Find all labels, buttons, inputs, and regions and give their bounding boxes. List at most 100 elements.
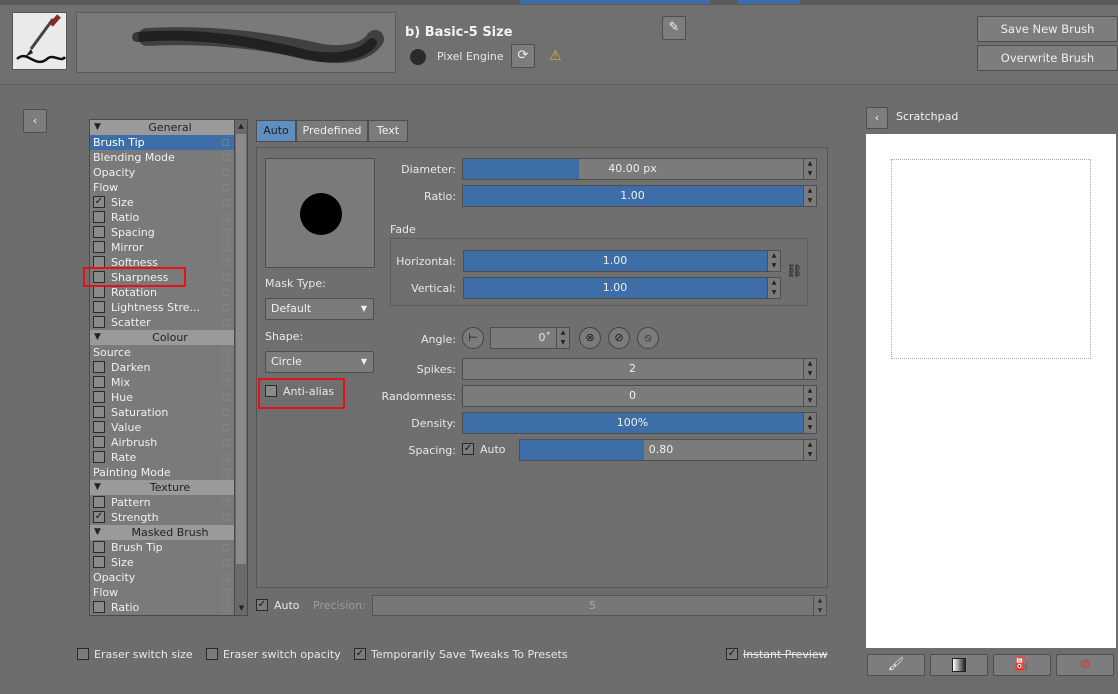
scratchpad-gradient-button[interactable]	[930, 654, 988, 676]
scratchpad-paint-button[interactable]: 🖌	[867, 654, 925, 676]
collapse-triangle-icon[interactable]: ▼	[94, 120, 101, 135]
diameter-slider[interactable]: 40.00 px ▲ ▼	[462, 158, 817, 180]
option-checkbox-icon[interactable]: ✓	[93, 511, 105, 523]
randomness-spin-arrows-icon[interactable]: ▲ ▼	[803, 386, 816, 406]
options-list-item[interactable]: Lightness Stre...	[90, 300, 247, 315]
lock-icon[interactable]	[222, 439, 229, 446]
precision-slider[interactable]: 5 ▲ ▼	[372, 595, 827, 616]
lock-icon[interactable]	[222, 259, 229, 266]
spacing-spin-arrows-icon[interactable]: ▲ ▼	[803, 440, 816, 460]
tab-auto[interactable]: Auto	[256, 120, 296, 142]
option-checkbox-icon[interactable]	[93, 316, 105, 328]
scratchpad-canvas[interactable]	[866, 134, 1116, 648]
link-chain-icon[interactable]: ⛓	[786, 264, 803, 279]
lock-icon[interactable]	[222, 469, 229, 476]
options-list-item[interactable]: Pattern	[90, 495, 247, 510]
options-list-item[interactable]: Value	[90, 420, 247, 435]
diameter-spin-arrows-icon[interactable]: ▲ ▼	[803, 159, 816, 179]
density-spin-arrows-icon[interactable]: ▲ ▼	[803, 413, 816, 433]
option-checkbox-icon[interactable]	[93, 451, 105, 463]
scroll-down-arrow-icon[interactable]: ▼	[235, 602, 247, 615]
lock-icon[interactable]	[222, 289, 229, 296]
spikes-spin-arrows-icon[interactable]: ▲ ▼	[803, 359, 816, 379]
brush-options-list[interactable]: ▼ General Brush Tip Blending Mode Opacity Flo…	[89, 119, 248, 616]
angle-dial-icon[interactable]: ⊢	[462, 327, 484, 349]
lock-icon[interactable]	[222, 454, 229, 461]
scrollbar-thumb[interactable]	[236, 134, 246, 564]
overwrite-brush-button[interactable]: Overwrite Brush	[977, 45, 1118, 71]
option-checkbox-icon[interactable]	[93, 436, 105, 448]
scratchpad-clear-button[interactable]: ⊘	[1056, 654, 1114, 676]
rotate-cw-icon[interactable]: ⊘	[608, 327, 630, 349]
save-new-brush-preset-button[interactable]: Save New Brush Preset...	[977, 16, 1118, 60]
spacing-auto-check-icon[interactable]: ✓	[462, 443, 474, 455]
option-checkbox-icon[interactable]	[93, 541, 105, 553]
ratio-spin-arrows-icon[interactable]: ▲ ▼	[803, 186, 816, 206]
lock-icon[interactable]	[222, 499, 229, 506]
mask-type-select[interactable]: Default ▼	[265, 298, 374, 320]
option-checkbox-icon[interactable]	[93, 496, 105, 508]
lock-icon[interactable]	[222, 409, 229, 416]
tab-predefined[interactable]: Predefined	[296, 120, 368, 142]
fade-horizontal-slider[interactable]: 1.00 ▲ ▼	[463, 250, 781, 272]
options-list-item[interactable]: Painting Mode	[90, 465, 247, 480]
options-list-item[interactable]: Rotation	[90, 285, 247, 300]
options-list-item[interactable]: Darken	[90, 360, 247, 375]
options-group-header[interactable]: ▼ Colour	[90, 330, 247, 345]
reload-preset-button[interactable]: ⟳	[511, 44, 535, 68]
angle-spin-arrows-icon[interactable]: ▲ ▼	[556, 328, 569, 348]
edit-preset-name-button[interactable]: ✎	[662, 16, 686, 40]
options-list-item[interactable]: ✓ Size	[90, 195, 247, 210]
flip-angle-icon[interactable]: ⦸	[637, 327, 659, 349]
eraser-size-check-icon[interactable]	[77, 648, 89, 660]
collapse-triangle-icon[interactable]: ▼	[94, 525, 101, 540]
options-list-item[interactable]: Size	[90, 555, 247, 570]
options-list-item[interactable]: Mirror	[90, 240, 247, 255]
eraser-opacity-check-icon[interactable]	[206, 648, 218, 660]
lock-icon[interactable]	[222, 349, 229, 356]
lock-icon[interactable]	[222, 139, 229, 146]
option-checkbox-icon[interactable]	[93, 361, 105, 373]
lock-icon[interactable]	[222, 604, 229, 611]
options-list-item[interactable]: Flow	[90, 585, 247, 600]
spacing-auto-checkbox[interactable]: ✓ Auto	[462, 443, 506, 456]
lock-icon[interactable]	[222, 274, 229, 281]
options-list-item[interactable]: Rate	[90, 450, 247, 465]
lock-icon[interactable]	[222, 364, 229, 371]
lock-icon[interactable]	[222, 394, 229, 401]
density-slider[interactable]: 100% ▲ ▼	[462, 412, 817, 434]
options-list-item[interactable]: Ratio	[90, 600, 247, 615]
lock-icon[interactable]	[222, 169, 229, 176]
precision-auto-check-icon[interactable]: ✓	[256, 599, 268, 611]
options-group-header[interactable]: ▼ General	[90, 120, 247, 135]
lock-icon[interactable]	[222, 319, 229, 326]
fade-horizontal-spin-arrows-icon[interactable]: ▲ ▼	[767, 251, 780, 271]
scratchpad-collapse-button[interactable]: ‹	[866, 107, 888, 129]
ratio-slider[interactable]: 1.00 ▲ ▼	[462, 185, 817, 207]
collapse-triangle-icon[interactable]: ▼	[94, 330, 101, 345]
lock-icon[interactable]	[222, 379, 229, 386]
lock-icon[interactable]	[222, 589, 229, 596]
options-list-item[interactable]: Hue	[90, 390, 247, 405]
instant-preview-check-icon[interactable]: ✓	[726, 648, 738, 660]
lock-icon[interactable]	[222, 544, 229, 551]
lock-icon[interactable]	[222, 424, 229, 431]
fade-vertical-spin-arrows-icon[interactable]: ▲ ▼	[767, 278, 780, 298]
option-checkbox-icon[interactable]	[93, 421, 105, 433]
spacing-slider[interactable]: 0.80 ▲ ▼	[519, 439, 817, 461]
options-list-item[interactable]: Mix	[90, 375, 247, 390]
option-checkbox-icon[interactable]	[93, 391, 105, 403]
options-list-item[interactable]: Opacity	[90, 165, 247, 180]
eraser-switch-size-checkbox[interactable]: Eraser switch size	[77, 648, 193, 661]
scratchpad-fill-button[interactable]: ⛽	[993, 654, 1051, 676]
lock-icon[interactable]	[222, 229, 229, 236]
eraser-switch-opacity-checkbox[interactable]: Eraser switch opacity	[206, 648, 341, 661]
collapse-triangle-icon[interactable]: ▼	[94, 480, 101, 495]
scroll-up-arrow-icon[interactable]: ▲	[235, 120, 247, 133]
lock-icon[interactable]	[222, 514, 229, 521]
options-list-item[interactable]: Flow	[90, 180, 247, 195]
options-list-item[interactable]: Brush Tip	[90, 540, 247, 555]
angle-spinbox[interactable]: 0˚ ▲ ▼	[490, 327, 570, 349]
lock-icon[interactable]	[222, 559, 229, 566]
option-checkbox-icon[interactable]	[93, 211, 105, 223]
